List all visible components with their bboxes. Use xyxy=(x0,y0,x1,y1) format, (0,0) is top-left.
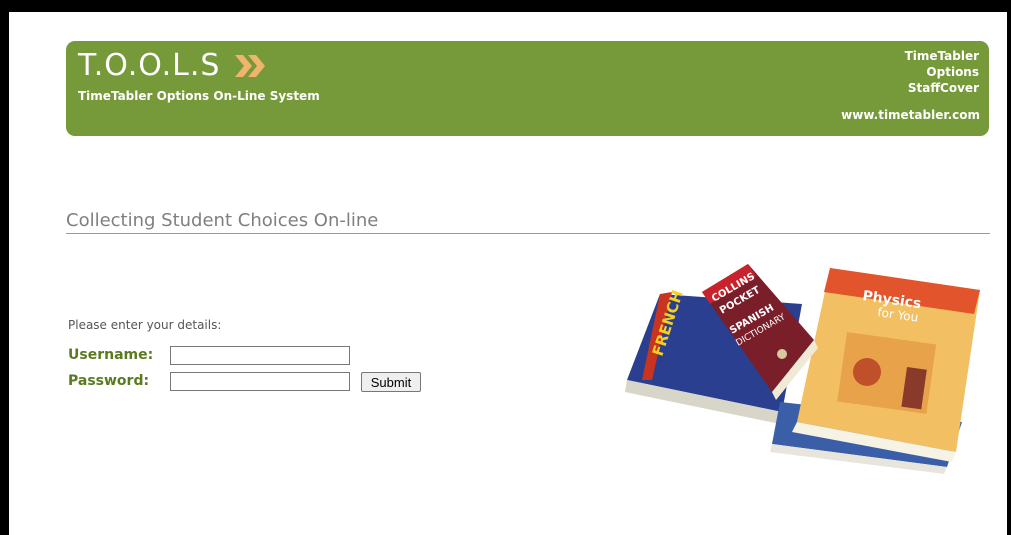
window-frame-right xyxy=(1007,0,1011,535)
password-input[interactable] xyxy=(170,372,350,391)
username-label: Username: xyxy=(68,347,154,363)
double-chevron-right-icon xyxy=(235,55,265,77)
link-options[interactable]: Options xyxy=(905,64,979,80)
books-illustration: FRENCH Physics for You COLLINS POCKET SP… xyxy=(625,264,980,474)
window-frame-top xyxy=(0,0,1011,12)
password-label: Password: xyxy=(68,373,150,389)
heading-divider xyxy=(66,233,990,234)
login-prompt: Please enter your details: xyxy=(68,318,222,332)
submit-button[interactable]: Submit xyxy=(361,372,421,392)
header-banner: T.O.O.L.S TimeTabler Options On-Line Sys… xyxy=(66,41,989,136)
link-website[interactable]: www.timetabler.com xyxy=(841,108,980,122)
page-title: Collecting Student Choices On-line xyxy=(66,210,379,231)
header-tagline: TimeTabler Options On-Line System xyxy=(78,89,320,103)
window-frame-left xyxy=(0,0,9,535)
logo-text: T.O.O.L.S xyxy=(78,48,221,83)
link-staffcover[interactable]: StaffCover xyxy=(905,80,979,96)
header-links: TimeTabler Options StaffCover xyxy=(905,48,979,96)
username-input[interactable] xyxy=(170,346,350,365)
link-timetabler[interactable]: TimeTabler xyxy=(905,48,979,64)
